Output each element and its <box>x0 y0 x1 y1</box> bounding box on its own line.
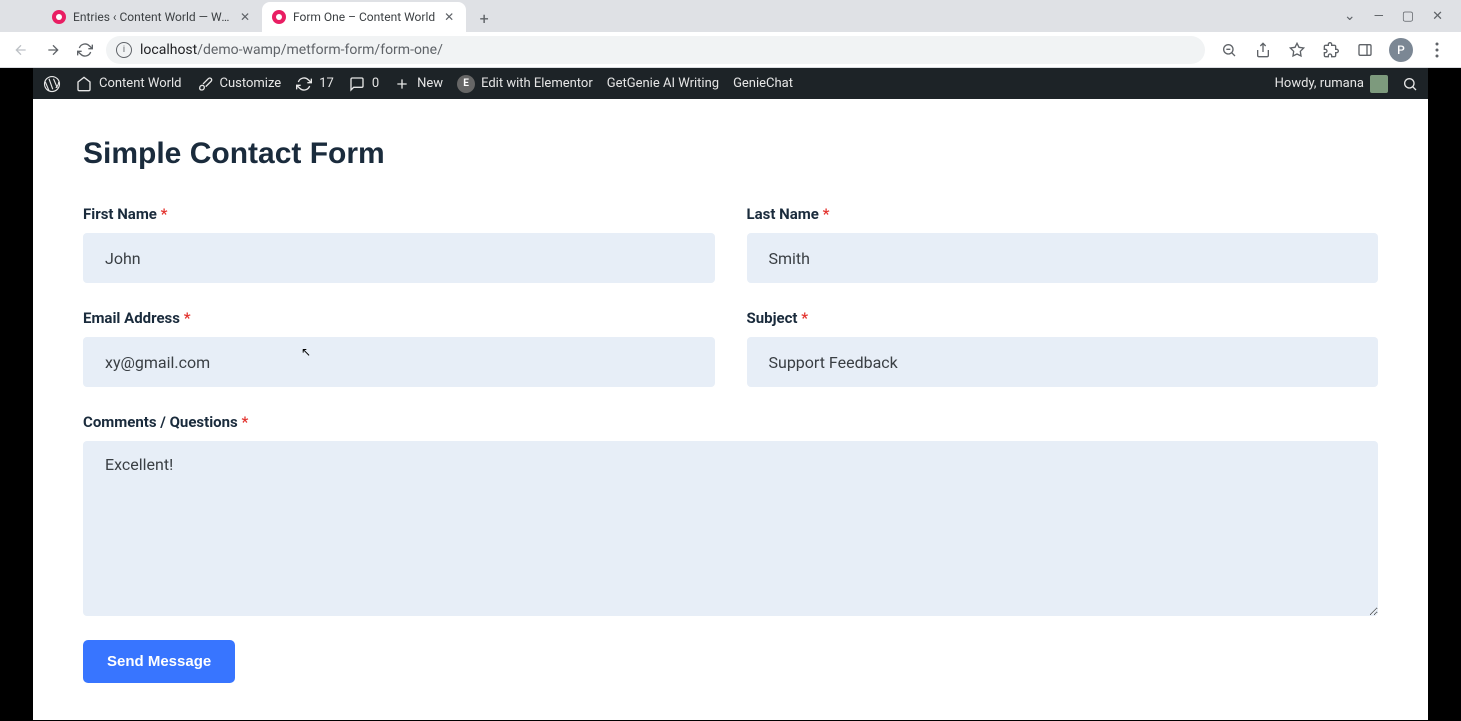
close-window-icon[interactable]: ✕ <box>1432 9 1443 24</box>
tab-strip: Entries ‹ Content World — WordP ✕ Form O… <box>0 0 1461 32</box>
updates-link[interactable]: 17 <box>295 75 334 93</box>
form-heading: Simple Contact Form <box>83 137 1378 171</box>
sidepanel-icon[interactable] <box>1355 40 1375 60</box>
wp-logo[interactable] <box>43 75 61 93</box>
comments-count: 0 <box>372 76 379 91</box>
favicon-icon <box>272 10 286 24</box>
minimize-icon[interactable]: — <box>1374 9 1384 24</box>
site-info-icon[interactable]: i <box>116 42 132 58</box>
close-icon[interactable]: ✕ <box>442 10 456 24</box>
wordpress-icon <box>43 75 61 93</box>
brush-icon <box>196 75 214 93</box>
browser-chrome: Entries ‹ Content World — WordP ✕ Form O… <box>0 0 1461 68</box>
comments-textarea[interactable] <box>83 441 1378 616</box>
genie-ai-link[interactable]: GetGenie AI Writing <box>607 76 719 91</box>
toolbar-right-icons: P <box>1215 38 1451 62</box>
wp-admin-bar: Content World Customize 17 0 New E Edit … <box>33 68 1428 99</box>
search-icon <box>1402 76 1418 92</box>
comments-link[interactable]: 0 <box>348 75 379 93</box>
elementor-link[interactable]: E Edit with Elementor <box>457 75 593 93</box>
back-button[interactable] <box>10 39 32 61</box>
search-toggle[interactable] <box>1402 76 1418 92</box>
genie-chat-link[interactable]: GenieChat <box>733 76 793 91</box>
required-mark: * <box>242 413 249 431</box>
chevron-down-icon[interactable]: ⌄ <box>1344 8 1356 24</box>
favicon-icon <box>52 10 66 24</box>
email-input[interactable] <box>83 337 715 387</box>
bookmark-icon[interactable] <box>1287 40 1307 60</box>
zoom-icon[interactable] <box>1219 40 1239 60</box>
first-name-field-wrap: First Name * <box>83 205 715 283</box>
page-content: Simple Contact Form First Name * Last Na… <box>33 99 1428 721</box>
extensions-icon[interactable] <box>1321 40 1341 60</box>
comments-field-wrap: Comments / Questions * <box>83 413 1378 620</box>
tab-title: Entries ‹ Content World — WordP <box>73 10 231 24</box>
toolbar-row: i localhost/demo-wamp/metform-form/form-… <box>0 32 1461 68</box>
comments-label: Comments / Questions * <box>83 413 1378 431</box>
refresh-icon <box>295 75 313 93</box>
user-avatar-icon <box>1370 75 1388 93</box>
form-grid: First Name * Last Name * Email Address *… <box>83 205 1378 620</box>
page-viewport: Content World Customize 17 0 New E Edit … <box>33 68 1428 720</box>
last-name-field-wrap: Last Name * <box>747 205 1379 283</box>
plus-icon <box>393 75 411 93</box>
subject-input[interactable] <box>747 337 1379 387</box>
last-name-input[interactable] <box>747 233 1379 283</box>
send-message-button[interactable]: Send Message <box>83 640 235 683</box>
first-name-input[interactable] <box>83 233 715 283</box>
howdy-text: Howdy, rumana <box>1275 76 1364 91</box>
tab-title: Form One – Content World <box>293 10 435 24</box>
howdy-link[interactable]: Howdy, rumana <box>1275 75 1388 93</box>
elementor-label: Edit with Elementor <box>481 76 593 91</box>
new-link[interactable]: New <box>393 75 443 93</box>
site-name-link[interactable]: Content World <box>75 75 182 93</box>
subject-label: Subject * <box>747 309 1379 327</box>
site-name: Content World <box>99 76 182 91</box>
window-controls: ⌄ — ▢ ✕ <box>1326 0 1461 32</box>
last-name-label: Last Name * <box>747 205 1379 223</box>
elementor-icon: E <box>457 75 475 93</box>
email-field-wrap: Email Address * <box>83 309 715 387</box>
url-text: localhost/demo-wamp/metform-form/form-on… <box>140 42 443 58</box>
required-mark: * <box>161 205 168 223</box>
email-label: Email Address * <box>83 309 715 327</box>
genie-chat-label: GenieChat <box>733 76 793 91</box>
reload-button[interactable] <box>74 39 96 61</box>
share-icon[interactable] <box>1253 40 1273 60</box>
required-mark: * <box>801 309 808 327</box>
maximize-icon[interactable]: ▢ <box>1402 9 1414 24</box>
address-bar[interactable]: i localhost/demo-wamp/metform-form/form-… <box>106 36 1205 64</box>
tab-entries[interactable]: Entries ‹ Content World — WordP ✕ <box>42 2 262 32</box>
submit-row: Send Message <box>83 640 1378 683</box>
page-stage: Content World Customize 17 0 New E Edit … <box>0 68 1461 720</box>
required-mark: * <box>184 309 191 327</box>
customize-link[interactable]: Customize <box>196 75 282 93</box>
profile-avatar[interactable]: P <box>1389 38 1413 62</box>
comment-icon <box>348 75 366 93</box>
close-icon[interactable]: ✕ <box>238 10 252 24</box>
required-mark: * <box>823 205 830 223</box>
home-icon <box>75 75 93 93</box>
customize-label: Customize <box>220 76 282 91</box>
tab-form-one[interactable]: Form One – Content World ✕ <box>262 2 466 32</box>
new-label: New <box>417 76 443 91</box>
updates-count: 17 <box>319 76 334 91</box>
genie-ai-label: GetGenie AI Writing <box>607 76 719 91</box>
new-tab-button[interactable]: + <box>470 4 498 32</box>
kebab-menu-icon[interactable] <box>1427 40 1447 60</box>
first-name-label: First Name * <box>83 205 715 223</box>
forward-button[interactable] <box>42 39 64 61</box>
subject-field-wrap: Subject * <box>747 309 1379 387</box>
